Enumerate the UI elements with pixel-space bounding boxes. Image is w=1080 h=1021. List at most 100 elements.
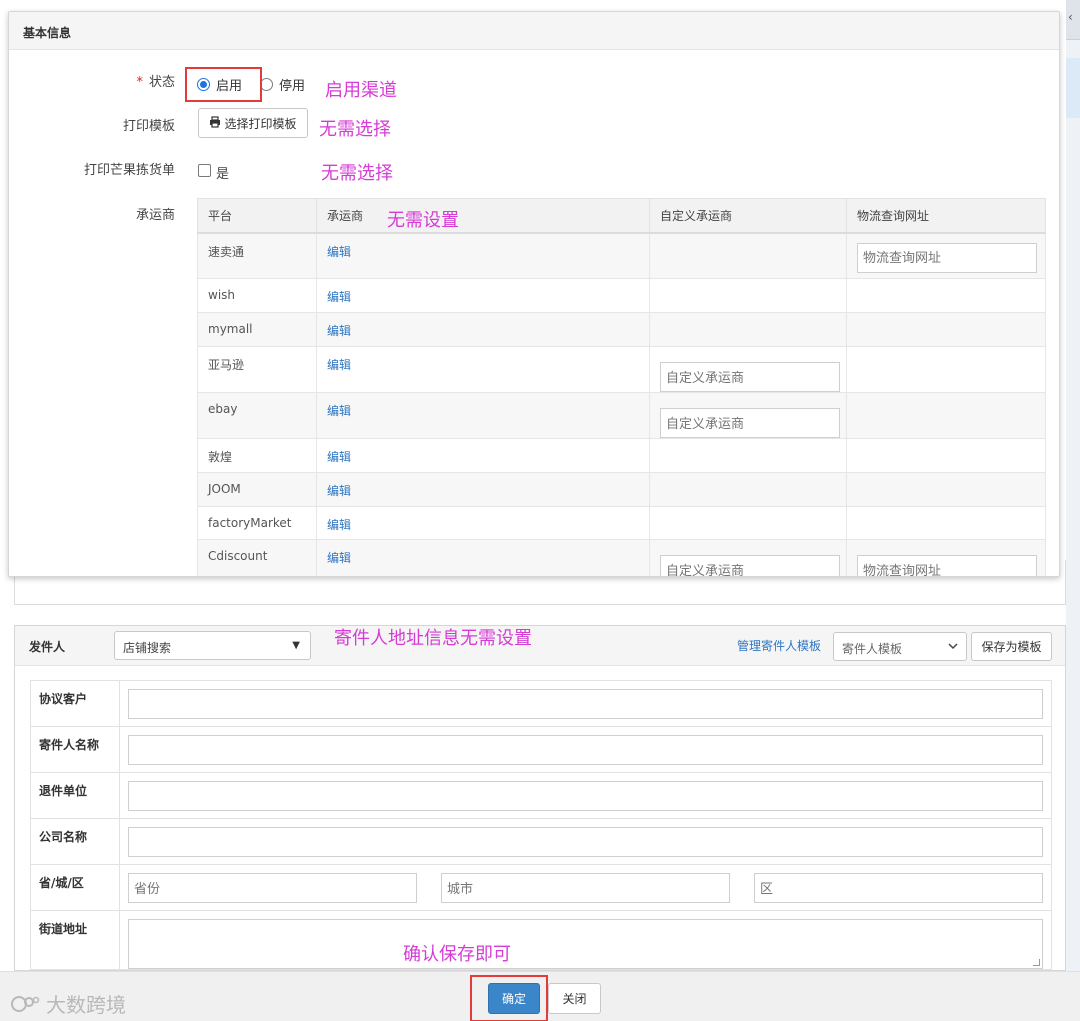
manage-sender-templates-link[interactable]: 管理寄件人模板 (737, 637, 821, 654)
mango-picklist-checkbox-label: 是 (216, 167, 230, 182)
tracking-url-input[interactable] (857, 555, 1037, 576)
mango-picklist-label: 打印芒果拣货单 (83, 163, 175, 178)
street-address-textarea[interactable] (128, 919, 1043, 969)
status-disable-radio[interactable]: 停用 (260, 75, 305, 94)
edit-carrier-link[interactable]: 编辑 (327, 290, 351, 304)
table-row: mymall 编辑 (197, 312, 1046, 347)
tracking-url-input[interactable] (857, 242, 1037, 273)
column-header: 物流查询网址 (846, 198, 1046, 234)
platform-cell: JOOM (197, 472, 317, 507)
platform-cell: wish (197, 278, 317, 313)
table-row: ebay 编辑 (197, 392, 1046, 439)
sender-row: 寄件人名称 (30, 726, 1052, 773)
highlight-box-confirm (470, 975, 548, 1021)
tracking-url-cell (846, 472, 1046, 507)
custom-carrier-cell (649, 472, 847, 507)
select-print-template-button[interactable]: 选择打印模板 (198, 108, 308, 138)
carrier-table: 平台 承运商 自定义承运商 物流查询网址 速卖通 编辑 wish 编辑 myma… (197, 198, 1046, 576)
background-highlight (1066, 58, 1080, 118)
watermark: 大数跨境 (10, 989, 126, 1018)
background-tab: ‹ (1066, 0, 1080, 40)
platform-cell: Cdiscount (197, 539, 317, 576)
sender-name-label: 寄件人名称 (30, 726, 120, 773)
annotation-sender-no-setting: 寄件人地址信息无需设置 (334, 628, 532, 649)
status-disable-label: 停用 (279, 79, 306, 94)
shop-search-select[interactable]: 店铺搜索 ▼ (114, 631, 311, 660)
table-row: Cdiscount 编辑 (197, 539, 1046, 576)
tracking-url-cell (846, 438, 1046, 473)
caret-down-icon: ▼ (292, 640, 300, 651)
platform-cell: 亚马逊 (197, 346, 317, 393)
custom-carrier-cell (649, 312, 847, 347)
company-name-input[interactable] (128, 827, 1043, 857)
edit-carrier-link[interactable]: 编辑 (327, 551, 351, 565)
table-row: wish 编辑 (197, 278, 1046, 313)
background-window-strip: ‹ (1066, 0, 1080, 1021)
custom-carrier-cell (649, 232, 847, 279)
district-input[interactable] (754, 873, 1043, 903)
save-as-template-button[interactable]: 保存为模板 (971, 632, 1052, 661)
agreement-customer-input[interactable] (128, 689, 1043, 719)
return-unit-label: 退件单位 (30, 772, 120, 819)
edit-carrier-link[interactable]: 编辑 (327, 245, 351, 259)
basic-info-panel: 基本信息 * 状态 启用 停用 启用渠道 打印模板 选择打印模板 无需选择 打印芒… (8, 11, 1060, 577)
custom-carrier-input[interactable] (660, 408, 840, 438)
tracking-url-cell (846, 312, 1046, 347)
sender-row: 退件单位 (30, 772, 1052, 819)
sender-row: 公司名称 (30, 818, 1052, 865)
custom-carrier-cell (649, 278, 847, 313)
city-input[interactable] (441, 873, 730, 903)
sender-form-table: 协议客户 寄件人名称 退件单位 公司名称 省/城/区 省份 城市 区 街道地址 (30, 680, 1052, 970)
required-mark: * (136, 75, 143, 90)
printer-icon (209, 115, 221, 131)
brand-logo-icon (11, 995, 40, 1012)
close-button[interactable]: 关闭 (548, 983, 601, 1014)
province-input[interactable] (128, 873, 417, 903)
region-label: 省/城/区 (30, 864, 120, 911)
return-unit-input[interactable] (128, 781, 1043, 811)
carrier-label: 承运商 (135, 208, 175, 223)
sender-header: 发件人 店铺搜索 ▼ 寄件人地址信息无需设置 管理寄件人模板 寄件人模板 保存为… (15, 626, 1065, 666)
sender-title: 发件人 (29, 640, 66, 654)
column-header: 自定义承运商 (649, 198, 847, 234)
platform-cell: 速卖通 (197, 232, 317, 279)
chevron-left-icon: ‹ (1068, 10, 1073, 24)
annotation-no-setting: 无需设置 (387, 210, 459, 231)
tracking-url-cell (846, 506, 1046, 540)
sender-template-select[interactable]: 寄件人模板 (833, 632, 967, 661)
annotation-confirm-save: 确认保存即可 (403, 944, 511, 965)
edit-carrier-link[interactable]: 编辑 (327, 518, 351, 532)
carrier-table-header: 平台 承运商 自定义承运商 物流查询网址 (197, 198, 1046, 234)
table-row: factoryMarket 编辑 (197, 506, 1046, 540)
edit-carrier-link[interactable]: 编辑 (327, 484, 351, 498)
tracking-url-cell (846, 346, 1046, 393)
annotation-no-select-2: 无需选择 (321, 163, 393, 184)
platform-cell: factoryMarket (197, 506, 317, 540)
edit-carrier-link[interactable]: 编辑 (327, 404, 351, 418)
edit-carrier-link[interactable]: 编辑 (327, 324, 351, 338)
custom-carrier-cell (649, 506, 847, 540)
custom-carrier-input[interactable] (660, 555, 840, 576)
table-row: 敦煌 编辑 (197, 438, 1046, 473)
highlight-box-status (185, 67, 262, 102)
tracking-url-cell (846, 278, 1046, 313)
edit-carrier-link[interactable]: 编辑 (327, 450, 351, 464)
table-row: 亚马逊 编辑 (197, 346, 1046, 393)
chevron-down-icon (948, 640, 958, 654)
column-header: 平台 (197, 198, 317, 234)
table-row: 速卖通 编辑 (197, 232, 1046, 279)
street-address-label: 街道地址 (30, 910, 120, 970)
dialog-footer: 大数跨境 确定 关闭 (0, 971, 1080, 1021)
edit-carrier-link[interactable]: 编辑 (327, 358, 351, 372)
annotation-enable-channel: 启用渠道 (325, 80, 397, 101)
platform-cell: 敦煌 (197, 438, 317, 473)
mango-picklist-checkbox[interactable] (198, 164, 211, 177)
sender-panel: 发件人 店铺搜索 ▼ 寄件人地址信息无需设置 管理寄件人模板 寄件人模板 保存为… (14, 625, 1066, 971)
tracking-url-cell (846, 392, 1046, 439)
agreement-customer-label: 协议客户 (30, 680, 120, 727)
basic-info-title: 基本信息 (9, 12, 1059, 50)
platform-cell: ebay (197, 392, 317, 439)
sender-name-input[interactable] (128, 735, 1043, 765)
annotation-no-select-1: 无需选择 (319, 119, 391, 140)
custom-carrier-input[interactable] (660, 362, 840, 392)
